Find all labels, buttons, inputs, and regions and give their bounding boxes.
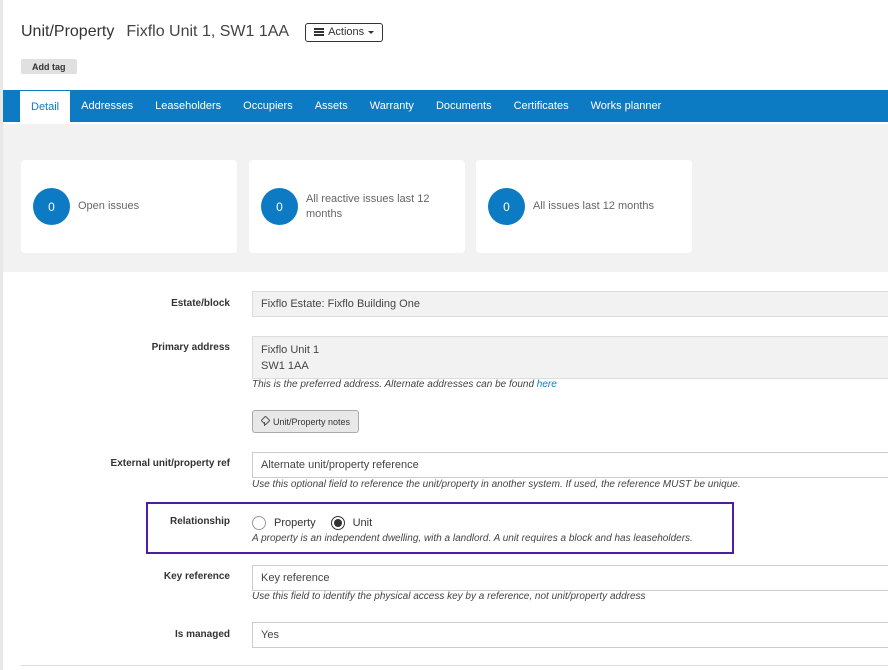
page-header: Unit/Property Fixflo Unit 1, SW1 1AA Act…	[21, 20, 384, 44]
tab-assets[interactable]: Assets	[304, 90, 359, 122]
divider	[21, 665, 888, 666]
pin-icon	[261, 417, 269, 426]
key-reference-input[interactable]: Key reference	[252, 565, 888, 591]
external-ref-input[interactable]: Alternate unit/property reference	[252, 452, 888, 478]
external-ref-label: External unit/property ref	[110, 458, 230, 469]
tab-bar: Detail Addresses Leaseholders Occupiers …	[3, 90, 888, 122]
add-tag-button[interactable]: Add tag	[21, 59, 77, 74]
tab-detail[interactable]: Detail	[20, 91, 71, 122]
primary-address-help: This is the preferred address. Alternate…	[252, 379, 557, 390]
stat-label: All reactive issues last 12 months	[306, 192, 430, 220]
is-managed-select[interactable]: Yes	[252, 622, 888, 648]
page-title-name: Fixflo Unit 1, SW1 1AA	[126, 23, 290, 40]
relationship-label: Relationship	[169, 516, 230, 527]
tab-addresses[interactable]: Addresses	[70, 90, 144, 122]
primary-address-help-text: This is the preferred address. Alternate…	[252, 379, 537, 390]
relationship-highlight-box	[146, 502, 734, 554]
caret-down-icon	[368, 30, 375, 34]
relationship-radio-group: Property Unit	[252, 516, 387, 530]
actions-label: Actions	[328, 26, 365, 38]
tab-occupiers[interactable]: Occupiers	[232, 90, 304, 122]
key-reference-help: Use this field to identify the physical …	[252, 591, 646, 602]
relationship-help: A property is an independent dwelling, w…	[252, 533, 693, 544]
radio-property[interactable]	[252, 516, 266, 530]
tab-warranty[interactable]: Warranty	[359, 90, 425, 122]
radio-unit-label[interactable]: Unit	[353, 517, 373, 529]
stat-count-badge: 0	[488, 188, 525, 225]
radio-property-label[interactable]: Property	[274, 517, 316, 529]
stat-card-open-issues[interactable]: 0 Open issues	[21, 160, 237, 253]
is-managed-label: Is managed	[174, 629, 230, 640]
key-reference-label: Key reference	[163, 571, 230, 582]
primary-address-field: Fixflo Unit 1 SW1 1AA	[252, 336, 888, 379]
primary-address-label: Primary address	[151, 342, 230, 353]
tab-certificates[interactable]: Certificates	[503, 90, 580, 122]
tab-leaseholders[interactable]: Leaseholders	[144, 90, 232, 122]
page-title-type: Unit/Property	[21, 23, 115, 40]
radio-unit[interactable]	[330, 516, 345, 530]
address-line-1: Fixflo Unit 1	[261, 343, 320, 356]
address-line-2: SW1 1AA	[261, 359, 309, 372]
external-ref-help: Use this optional field to reference the…	[252, 479, 741, 490]
stat-count-badge: 0	[261, 188, 298, 225]
stat-card-all-issues[interactable]: 0 All issues last 12 months	[476, 160, 692, 253]
notes-button-label: Unit/Property notes	[273, 416, 351, 427]
estate-block-field: Fixflo Estate: Fixflo Building One	[252, 291, 888, 317]
stats-panel: 0 Open issues 0 All reactive issues last…	[3, 124, 888, 272]
stat-count-badge: 0	[33, 188, 70, 225]
list-icon	[314, 28, 325, 36]
tab-documents[interactable]: Documents	[425, 90, 503, 122]
tab-works-planner[interactable]: Works planner	[580, 90, 673, 122]
stat-card-reactive-issues[interactable]: 0 All reactive issues last 12 months	[249, 160, 465, 253]
actions-dropdown-button[interactable]: Actions	[305, 22, 384, 42]
stat-label: Open issues	[78, 200, 140, 212]
stat-label: All issues last 12 months	[533, 200, 655, 212]
estate-block-label: Estate/block	[171, 298, 230, 309]
unit-property-notes-button[interactable]: Unit/Property notes	[252, 410, 360, 433]
alternate-addresses-link[interactable]: here	[537, 379, 557, 390]
